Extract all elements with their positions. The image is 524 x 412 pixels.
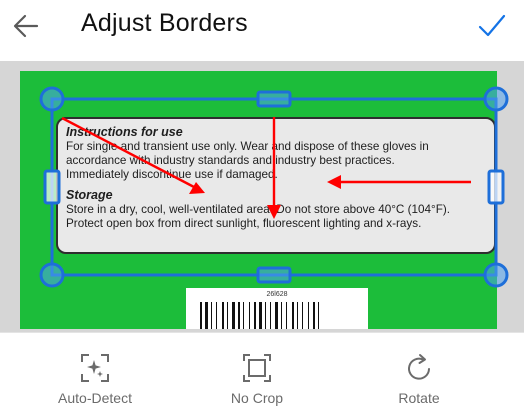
corner-handle-top-left[interactable] (39, 86, 65, 112)
auto-detect-label: Auto-Detect (58, 390, 132, 406)
no-crop-button[interactable]: No Crop (202, 351, 312, 406)
rotate-label: Rotate (398, 390, 440, 406)
crop-overlay (39, 86, 509, 288)
page-title: Adjust Borders (81, 9, 248, 37)
rotate-icon (408, 354, 430, 380)
bottom-toolbar: Auto-Detect No Crop Rotate (0, 332, 524, 412)
corner-handle-top-right[interactable] (483, 86, 509, 112)
back-button[interactable] (8, 8, 44, 44)
corner-handle-bottom-left[interactable] (39, 262, 65, 288)
auto-detect-button[interactable]: Auto-Detect (40, 351, 150, 406)
top-bar: Adjust Borders (0, 0, 524, 56)
rotate-button[interactable]: Rotate (364, 351, 474, 406)
corner-handle-bottom-right[interactable] (483, 262, 509, 288)
checkmark-icon (478, 14, 506, 37)
edge-handle-top[interactable] (256, 90, 292, 108)
confirm-button[interactable] (474, 8, 510, 44)
edge-handle-right[interactable] (487, 169, 505, 205)
full-frame-icon (243, 354, 271, 382)
sparkle-crop-icon (81, 354, 109, 382)
edge-handle-left[interactable] (43, 169, 61, 205)
annotation-arrows (61, 116, 471, 219)
arrow-left-icon (13, 14, 39, 38)
edge-handle-bottom[interactable] (256, 266, 292, 284)
no-crop-label: No Crop (230, 390, 284, 406)
crop-workspace: Instructions for use For single and tran… (0, 61, 524, 332)
